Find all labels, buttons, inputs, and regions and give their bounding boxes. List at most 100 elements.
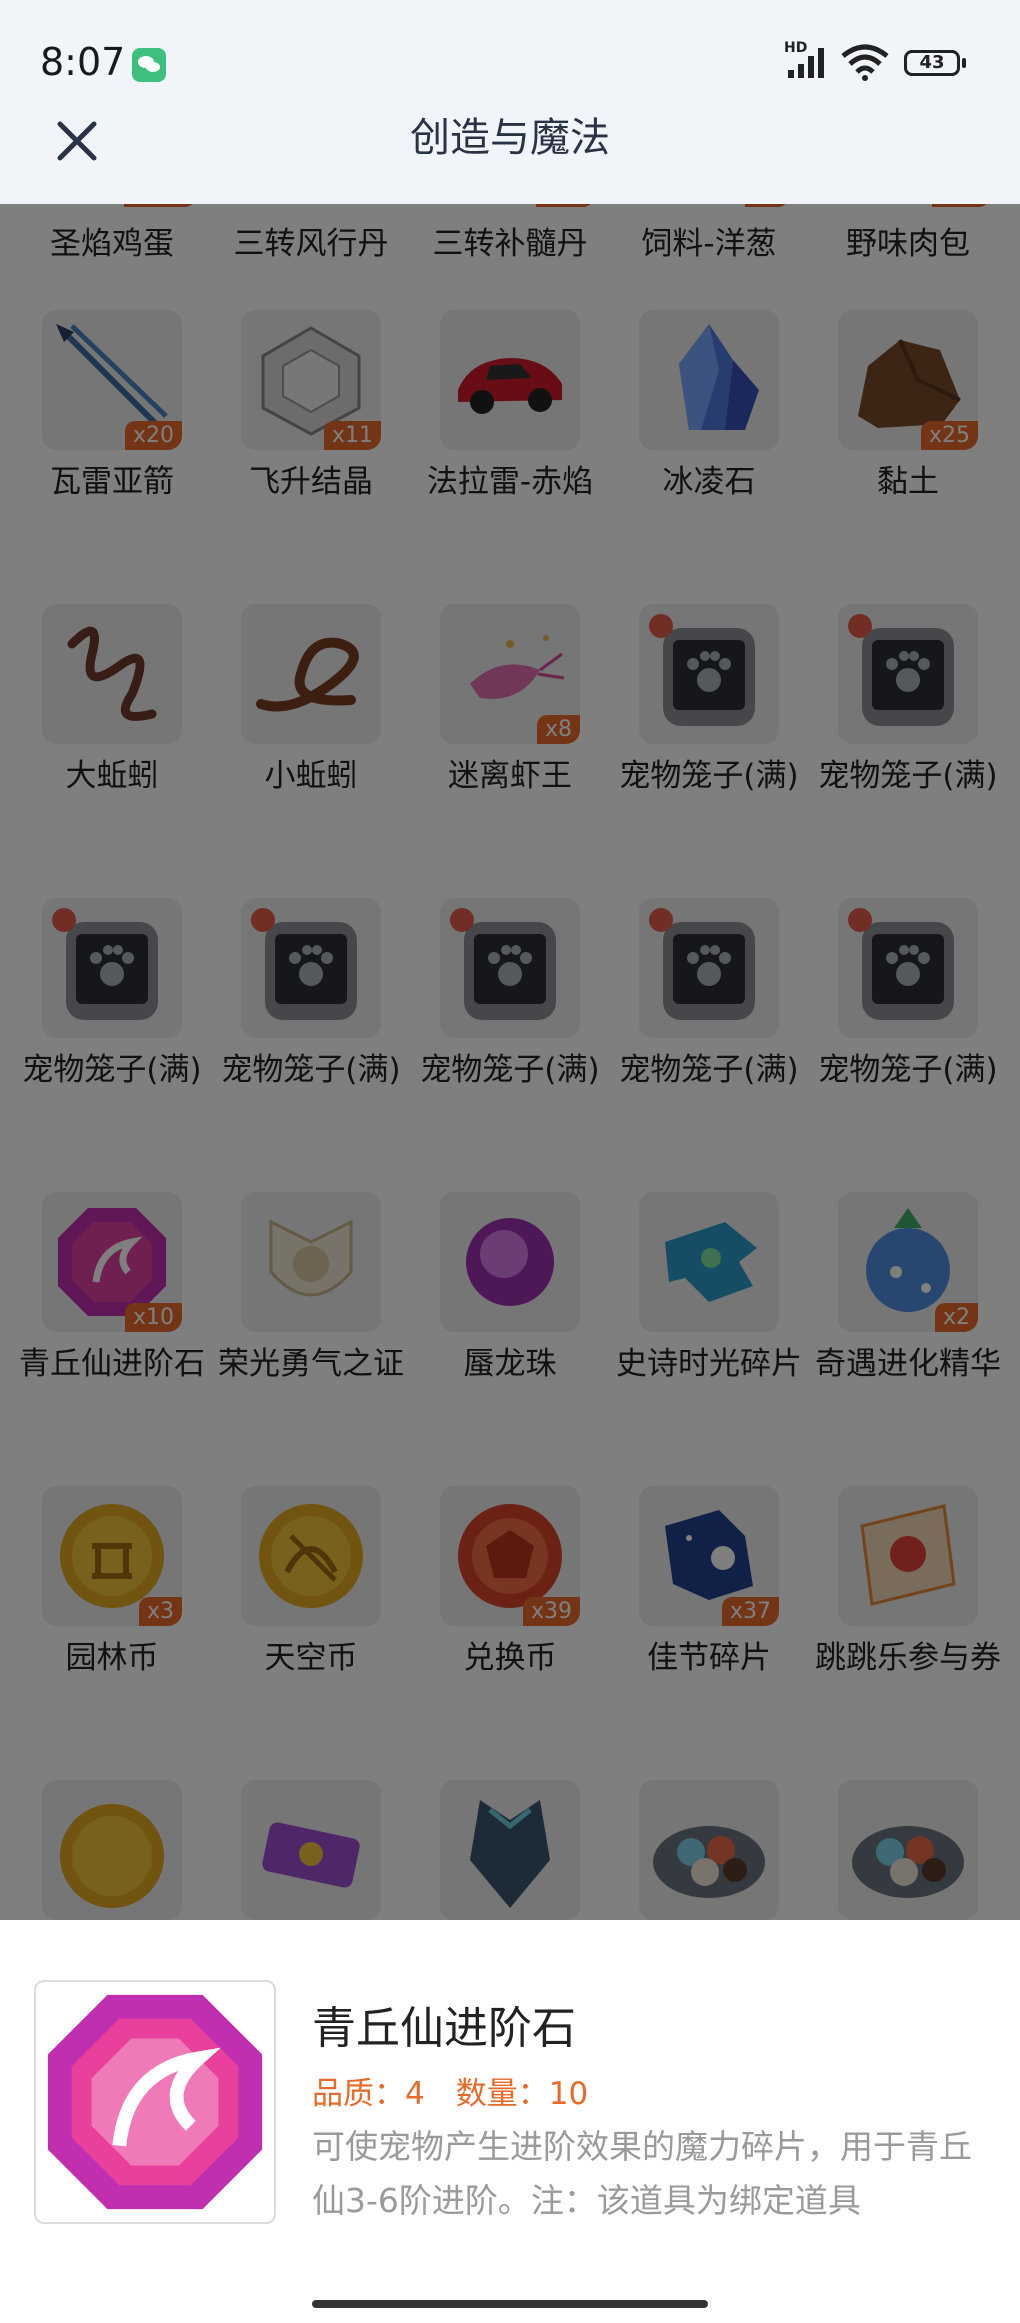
item-tile[interactable]: [838, 1486, 978, 1626]
grid-item[interactable]: 大蚯蚓: [12, 604, 212, 884]
item-tile[interactable]: x10: [42, 1192, 182, 1332]
grid-item[interactable]: x10 青丘仙进阶石: [12, 1192, 212, 1472]
page-header: 创造与魔法: [0, 110, 1020, 204]
grid-item[interactable]: x20 瓦雷亚箭: [12, 310, 212, 590]
item-tile[interactable]: [241, 1192, 381, 1332]
ice-crystal-icon: [679, 324, 759, 430]
grid-item[interactable]: 宠物笼子(满): [609, 898, 809, 1178]
grid-item[interactable]: 荣光勇气之证: [211, 1192, 411, 1472]
item-name: 迷离虾王: [448, 758, 572, 794]
grid-item[interactable]: 史诗时光碎片: [609, 1192, 809, 1472]
grid-item[interactable]: x3 园林币: [12, 1486, 212, 1766]
pet-cage-icon: [649, 908, 755, 1020]
grid-item[interactable]: x10 三转补髓丹: [410, 204, 610, 262]
item-tile[interactable]: x25: [838, 310, 978, 450]
item-tile[interactable]: x2: [838, 1192, 978, 1332]
grid-item[interactable]: [12, 1780, 212, 1920]
grid-item[interactable]: x2 饲料-洋葱: [609, 204, 809, 262]
pet-cage-icon: [450, 908, 556, 1020]
wechat-notification-icon: [132, 48, 166, 82]
home-indicator[interactable]: [312, 2300, 708, 2308]
grid-item[interactable]: 宠物笼子(满): [808, 604, 1008, 884]
item-tile[interactable]: [241, 898, 381, 1038]
honor-emblem-icon: [269, 1219, 353, 1297]
item-tile[interactable]: [639, 604, 779, 744]
grid-item[interactable]: 三转风行丹: [211, 204, 411, 262]
grid-item[interactable]: x25 黏土: [808, 310, 1008, 590]
item-tile[interactable]: x37: [639, 1486, 779, 1626]
grid-item[interactable]: 天空币: [211, 1486, 411, 1766]
big-earthworm-icon: [67, 626, 157, 721]
item-tile[interactable]: [838, 1780, 978, 1920]
item-name: 荣光勇气之证: [218, 1346, 404, 1382]
item-tile[interactable]: x20: [42, 310, 182, 450]
grid-item[interactable]: 宠物笼子(满): [12, 898, 212, 1178]
item-tile[interactable]: [241, 1780, 381, 1920]
item-name: 园林币: [65, 1640, 159, 1676]
item-name: 蜃龙珠: [463, 1346, 557, 1382]
grid-item[interactable]: [211, 1780, 411, 1920]
quantity-badge: x2: [934, 1303, 978, 1332]
item-tile[interactable]: x3: [42, 1486, 182, 1626]
item-tile[interactable]: [639, 1780, 779, 1920]
item-name: 三转补髓丹: [432, 226, 588, 262]
item-name: 史诗时光碎片: [616, 1346, 802, 1382]
status-bar: 8:07 HD 43: [0, 0, 1020, 120]
grid-item[interactable]: x128 圣焰鸡蛋: [12, 204, 212, 262]
item-tile[interactable]: [838, 898, 978, 1038]
item-tile[interactable]: [440, 310, 580, 450]
grid-item[interactable]: 法拉雷-赤焰: [410, 310, 610, 590]
grid-item[interactable]: x2 奇遇进化精华: [808, 1192, 1008, 1472]
item-detail-sheet: 青丘仙进阶石 品质：4 数量：10 可使宠物产生进阶效果的魔力碎片，用于青丘仙3…: [0, 1920, 1020, 2323]
item-tile[interactable]: [42, 604, 182, 744]
grid-item[interactable]: 宠物笼子(满): [609, 604, 809, 884]
grid-item[interactable]: [609, 1780, 809, 1920]
item-name: 大蚯蚓: [65, 758, 159, 794]
quantity-badge: x37: [721, 1597, 779, 1626]
item-tile[interactable]: x39: [440, 1486, 580, 1626]
page-title: 创造与魔法: [410, 115, 610, 161]
signal-icon: [788, 48, 824, 78]
item-detail-description: 可使宠物产生进阶效果的魔力碎片，用于青丘仙3-6阶进阶。注：该道具为绑定道具: [312, 2127, 972, 2220]
item-tile[interactable]: [241, 604, 381, 744]
grid-item[interactable]: 宠物笼子(满): [211, 898, 411, 1178]
item-tile[interactable]: [440, 1192, 580, 1332]
grid-item[interactable]: 小蚯蚓: [211, 604, 411, 884]
item-name: 三转风行丹: [233, 226, 389, 262]
item-tile[interactable]: [241, 1486, 381, 1626]
item-tile[interactable]: x11: [241, 310, 381, 450]
item-name: 黏土: [877, 464, 939, 500]
grid-item[interactable]: 跳跳乐参与券: [808, 1486, 1008, 1766]
grid-item[interactable]: 宠物笼子(满): [410, 898, 610, 1178]
quantity-badge: x39: [522, 1597, 580, 1626]
status-time: 8:07: [40, 40, 126, 84]
quantity-badge: x20: [124, 421, 182, 450]
item-tile[interactable]: [639, 1192, 779, 1332]
time-fragment-icon: [665, 1222, 757, 1302]
pet-cage-icon: [251, 908, 357, 1020]
item-name: 兑换币: [463, 1640, 557, 1676]
item-tile[interactable]: x8: [440, 604, 580, 744]
grid-item[interactable]: 蜃龙珠: [410, 1192, 610, 1472]
grid-item[interactable]: x8 迷离虾王: [410, 604, 610, 884]
grid-item[interactable]: x97 野味肉包: [808, 204, 1008, 262]
item-tile[interactable]: [440, 1780, 580, 1920]
quantity-badge: x25: [920, 421, 978, 450]
item-tile[interactable]: [42, 1780, 182, 1920]
item-tile[interactable]: [639, 898, 779, 1038]
grid-item[interactable]: x39 兑换币: [410, 1486, 610, 1766]
item-name: 瓦雷亚箭: [50, 464, 174, 500]
ticket-icon: [860, 1504, 956, 1606]
item-tile[interactable]: [42, 898, 182, 1038]
grid-item[interactable]: 冰凌石: [609, 310, 809, 590]
item-tile[interactable]: [440, 898, 580, 1038]
item-name: 宠物笼子(满): [420, 1052, 600, 1088]
grid-item[interactable]: x37 佳节碎片: [609, 1486, 809, 1766]
item-tile[interactable]: [838, 604, 978, 744]
item-tile[interactable]: [639, 310, 779, 450]
grid-item[interactable]: x11 飞升结晶: [211, 310, 411, 590]
grid-item[interactable]: [808, 1780, 1008, 1920]
grid-item[interactable]: 宠物笼子(满): [808, 898, 1008, 1178]
grid-item[interactable]: [410, 1780, 610, 1920]
dragon-pearl-icon: [466, 1218, 554, 1306]
